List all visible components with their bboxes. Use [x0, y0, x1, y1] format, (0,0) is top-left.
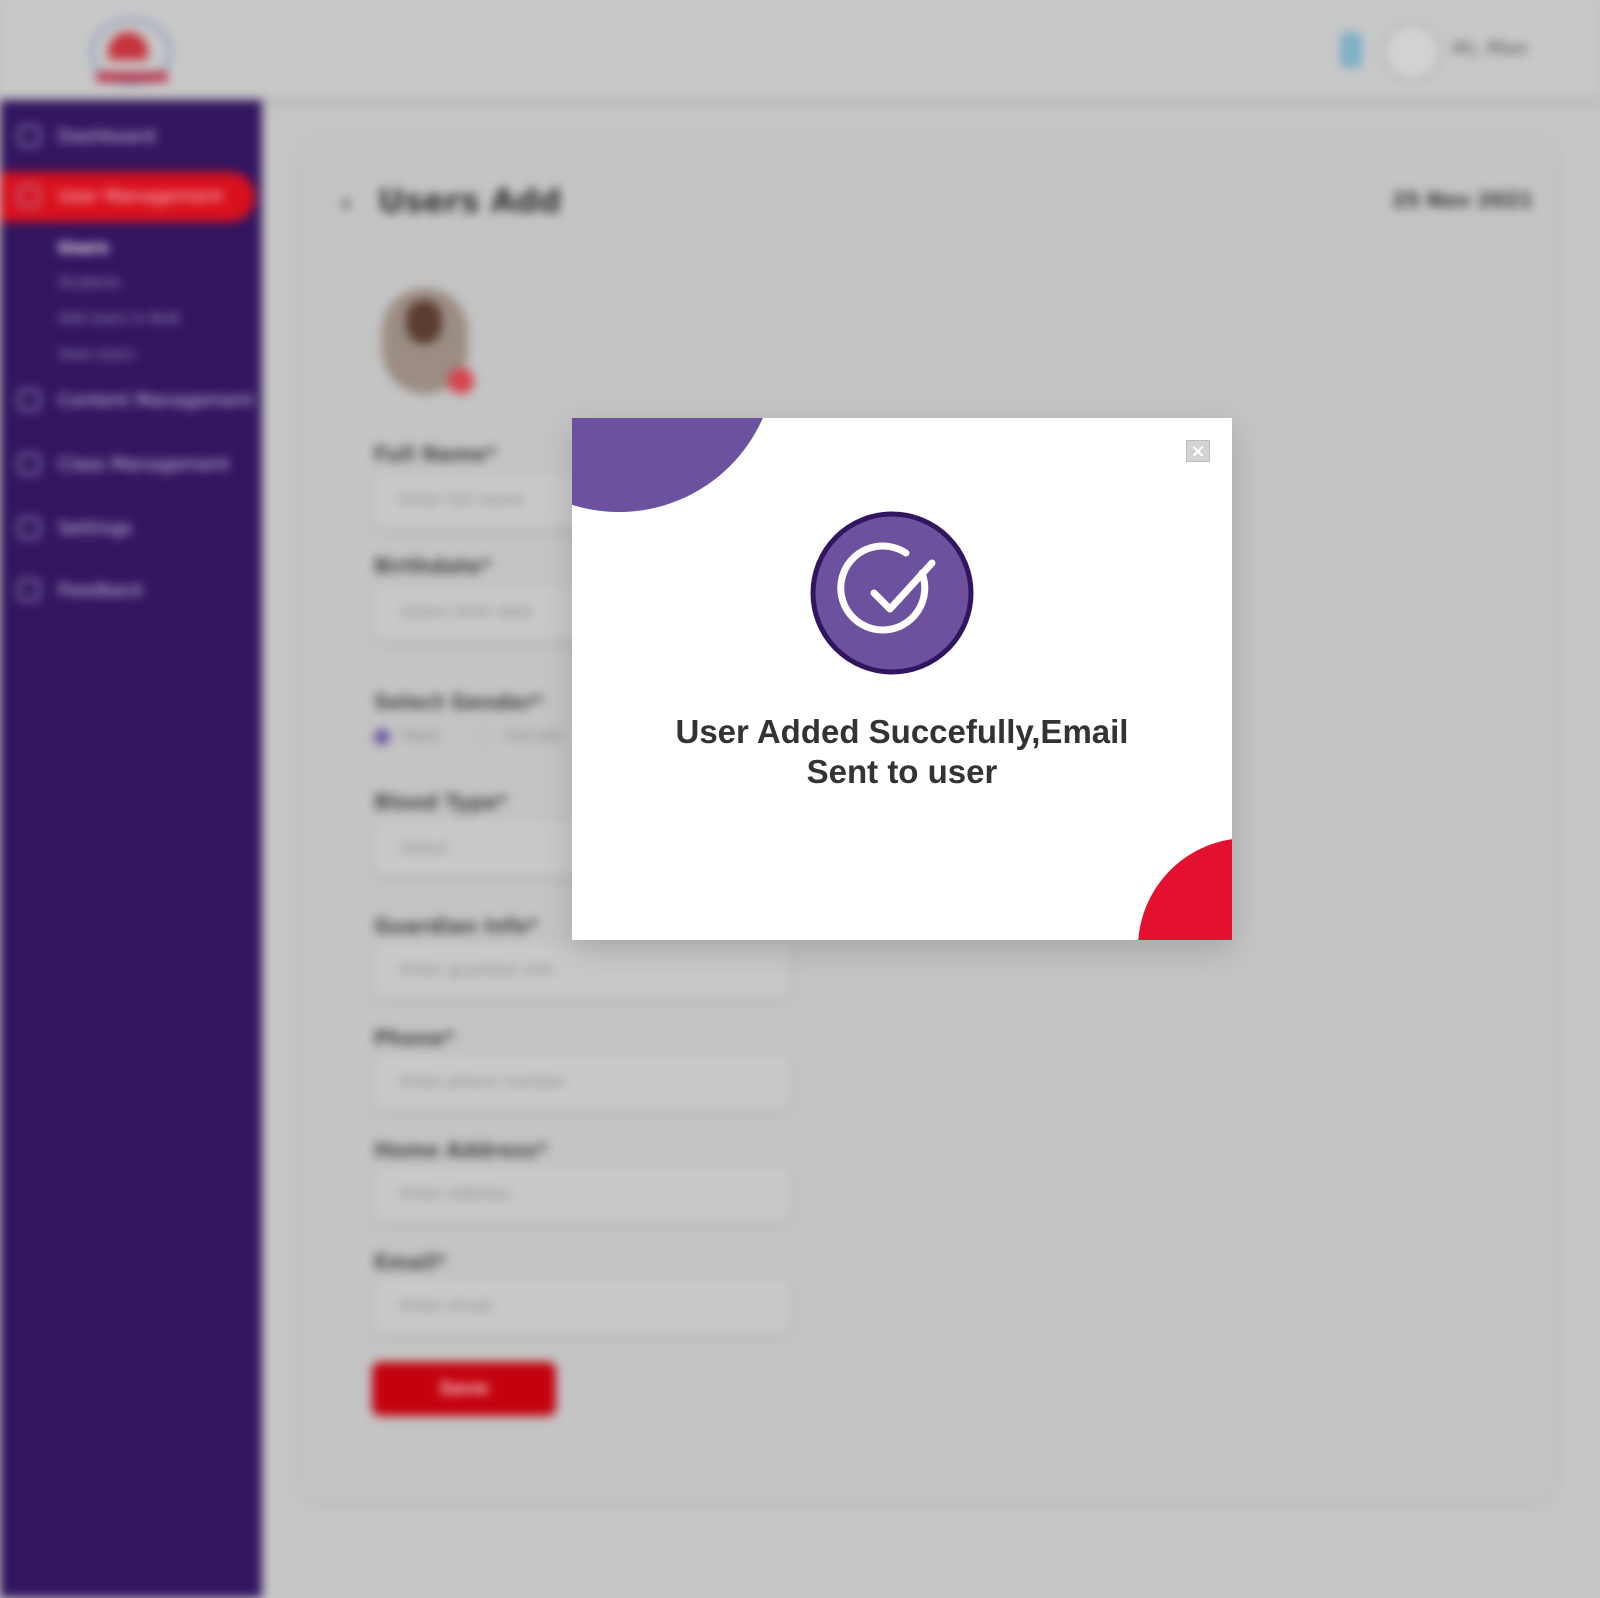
class-icon	[18, 453, 40, 475]
close-button[interactable]: ×	[1186, 440, 1210, 462]
sidebar-item-dashboard[interactable]: Dashboard	[0, 112, 255, 162]
page-title: Users Add	[378, 182, 562, 220]
sidebar-item-user-management[interactable]: User Management	[0, 172, 255, 222]
content-icon	[18, 389, 40, 411]
radio-male[interactable]	[374, 728, 390, 745]
address-input[interactable]: Enter address	[374, 1166, 790, 1222]
avatar[interactable]	[1382, 22, 1442, 82]
sidebar-item-feedback[interactable]: Feedback	[0, 566, 255, 616]
select-value: Select	[400, 838, 450, 857]
sidebar-item-class-management[interactable]: Class Management	[0, 440, 255, 490]
field-label: Blood Type*	[374, 790, 508, 814]
dashboard-icon	[18, 125, 40, 147]
sidebar-item-settings[interactable]: Settings	[0, 504, 255, 554]
input-placeholder: Enter address	[400, 1184, 511, 1203]
input-placeholder: Select birth date	[400, 602, 534, 621]
sidebar-item-label: Settings	[58, 518, 132, 539]
field-label: Phone*	[374, 1026, 455, 1050]
field-label: Select Gender*	[374, 690, 544, 714]
page-date: 25 Nov 2021	[1392, 188, 1533, 212]
camera-icon[interactable]	[448, 368, 474, 394]
user-menu[interactable]: Hi, Max	[1340, 20, 1540, 82]
phone-input[interactable]: Enter phone number	[374, 1054, 790, 1110]
check-circle-icon	[810, 511, 974, 675]
input-placeholder: Enter guardian info	[400, 960, 555, 979]
user-name[interactable]: Hi, Max	[1452, 38, 1528, 59]
sidebar: Dashboard User Management Users Students…	[0, 100, 262, 1598]
field-label: Email*	[374, 1250, 447, 1274]
success-message-line-2: Sent to user	[806, 753, 998, 790]
sidebar-item-content-management[interactable]: Content Management	[0, 376, 255, 426]
input-placeholder: Enter email	[400, 1296, 493, 1315]
success-message-line-1: User Added Succefully,Email	[675, 713, 1129, 750]
sidebar-item-label: Content Management	[58, 390, 254, 411]
sidebar-item-label: Feedback	[58, 580, 144, 601]
users-icon	[18, 185, 40, 207]
email-input[interactable]: Enter email	[374, 1278, 790, 1334]
bell-icon[interactable]	[1340, 32, 1362, 68]
decorative-blob-bottom-right	[1138, 838, 1232, 940]
profile-photo[interactable]	[378, 288, 476, 400]
sidebar-item-label: Dashboard	[58, 126, 156, 147]
chevron-left-icon[interactable]: ‹	[340, 186, 352, 219]
sidebar-subitem-view[interactable]: View Users	[58, 347, 135, 363]
gender-radio-group: Male Female	[374, 726, 563, 746]
sidebar-item-label: User Management	[58, 186, 224, 207]
save-button[interactable]: Save	[372, 1362, 556, 1416]
success-modal: × User Added Succefully,Email Sent to us…	[572, 418, 1232, 940]
sidebar-subitem-users[interactable]: Users	[58, 238, 109, 257]
radio-label: Female	[505, 726, 563, 745]
field-label: Birthdate*	[374, 554, 492, 578]
radio-label: Male	[402, 726, 440, 745]
feedback-icon	[18, 579, 40, 601]
guardian-input[interactable]: Enter guardian info	[374, 942, 790, 998]
success-message: User Added Succefully,Email Sent to user	[612, 712, 1192, 792]
sidebar-subitem-students[interactable]: Students	[58, 275, 120, 291]
field-label: Guardian Info*	[374, 914, 539, 938]
input-placeholder: Enter full name	[400, 490, 524, 509]
field-label: Full Name*	[374, 442, 497, 466]
sidebar-item-label: Class Management	[58, 454, 230, 475]
decorative-blob-top-left	[572, 418, 776, 512]
input-placeholder: Enter phone number	[400, 1072, 566, 1091]
sidebar-subitem-bulk[interactable]: Add Users In Bulk	[58, 311, 181, 327]
field-label: Home Address*	[374, 1138, 548, 1162]
top-bar: Hi, Max	[0, 0, 1600, 98]
radio-female[interactable]	[475, 727, 493, 746]
gear-icon	[18, 517, 40, 539]
brand-logo-icon[interactable]	[86, 14, 178, 86]
